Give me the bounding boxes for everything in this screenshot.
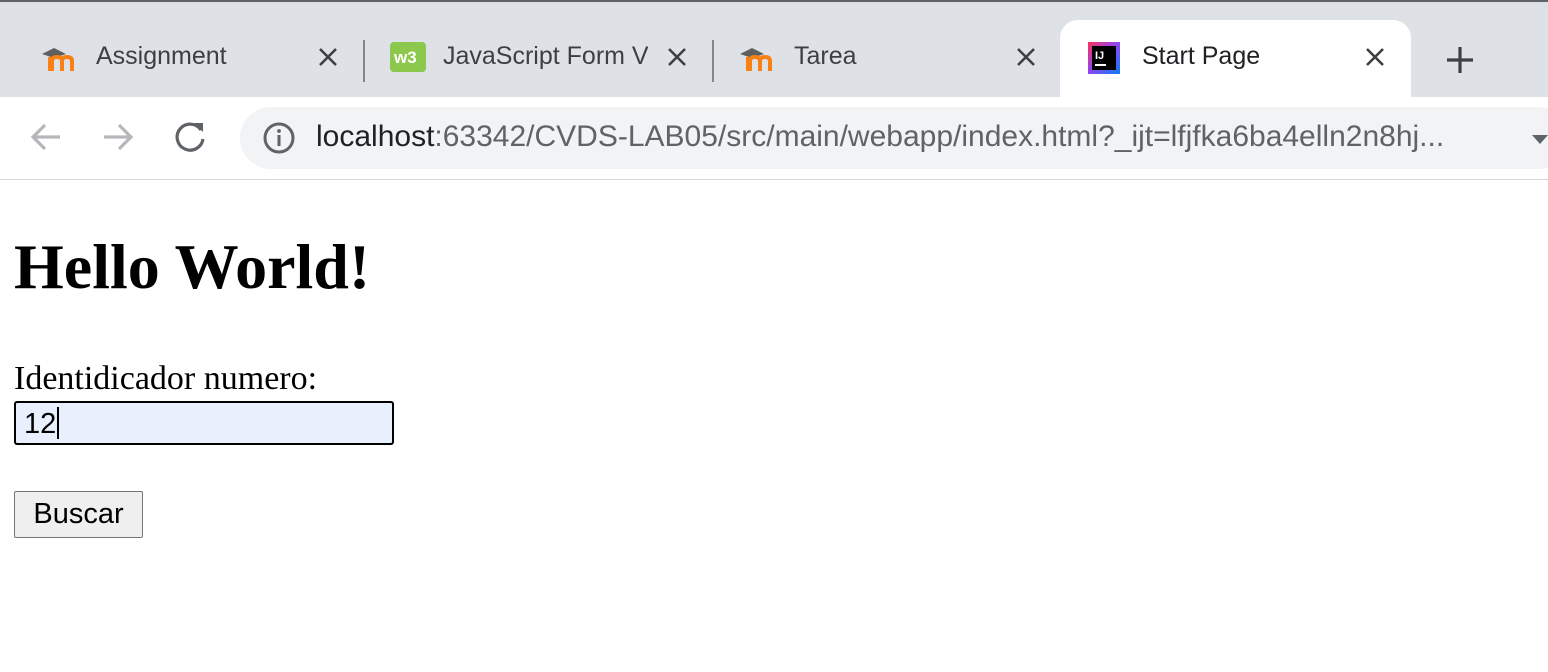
tab-strip: Assignment w3 JavaScript Form V Tarea IJ… [0,2,1548,97]
site-info-icon[interactable] [262,121,296,155]
intellij-icon: IJ [1088,42,1120,74]
reload-icon[interactable] [170,117,210,157]
tab-assignment[interactable]: Assignment [0,20,360,97]
identifier-input[interactable]: 12 [14,401,394,445]
close-icon[interactable] [1363,45,1387,69]
address-url[interactable]: localhost:63342/CVDS-LAB05/src/main/weba… [316,120,1444,154]
new-tab-icon[interactable] [1444,44,1476,76]
search-button[interactable]: Buscar [14,491,143,538]
svg-text:IJ: IJ [1095,50,1104,62]
field-label: Identidicador numero: [14,360,318,397]
tab-title: Start Page [1142,42,1261,70]
page-content: Hello World! Identidicador numero: 12 Bu… [0,180,1548,672]
tab-start-page[interactable]: IJ Start Page [1060,20,1411,97]
url-host: localhost [316,120,435,153]
close-icon[interactable] [665,45,689,69]
moodle-icon [42,48,74,71]
back-icon[interactable] [26,117,66,157]
chevron-down-icon[interactable] [1530,133,1548,147]
svg-text:w3: w3 [393,48,417,67]
address-bar[interactable]: localhost:63342/CVDS-LAB05/src/main/weba… [240,107,1548,169]
close-icon[interactable] [1014,45,1038,69]
input-value: 12 [24,408,57,440]
forward-icon[interactable] [98,117,138,157]
close-icon[interactable] [316,45,340,69]
text-caret [57,407,60,439]
w3schools-icon: w3 [390,42,426,72]
tab-title: Assignment [96,42,227,70]
tab-title: JavaScript Form V [443,42,648,70]
browser-toolbar: localhost:63342/CVDS-LAB05/src/main/weba… [0,97,1548,179]
tab-title: Tarea [794,42,857,70]
url-path: :63342/CVDS-LAB05/src/main/webapp/index.… [434,120,1445,153]
tab-javascript-form[interactable]: w3 JavaScript Form V [348,20,710,97]
page-heading: Hello World! [14,231,371,302]
moodle-icon [740,48,772,71]
tab-tarea[interactable]: Tarea [698,20,1060,97]
